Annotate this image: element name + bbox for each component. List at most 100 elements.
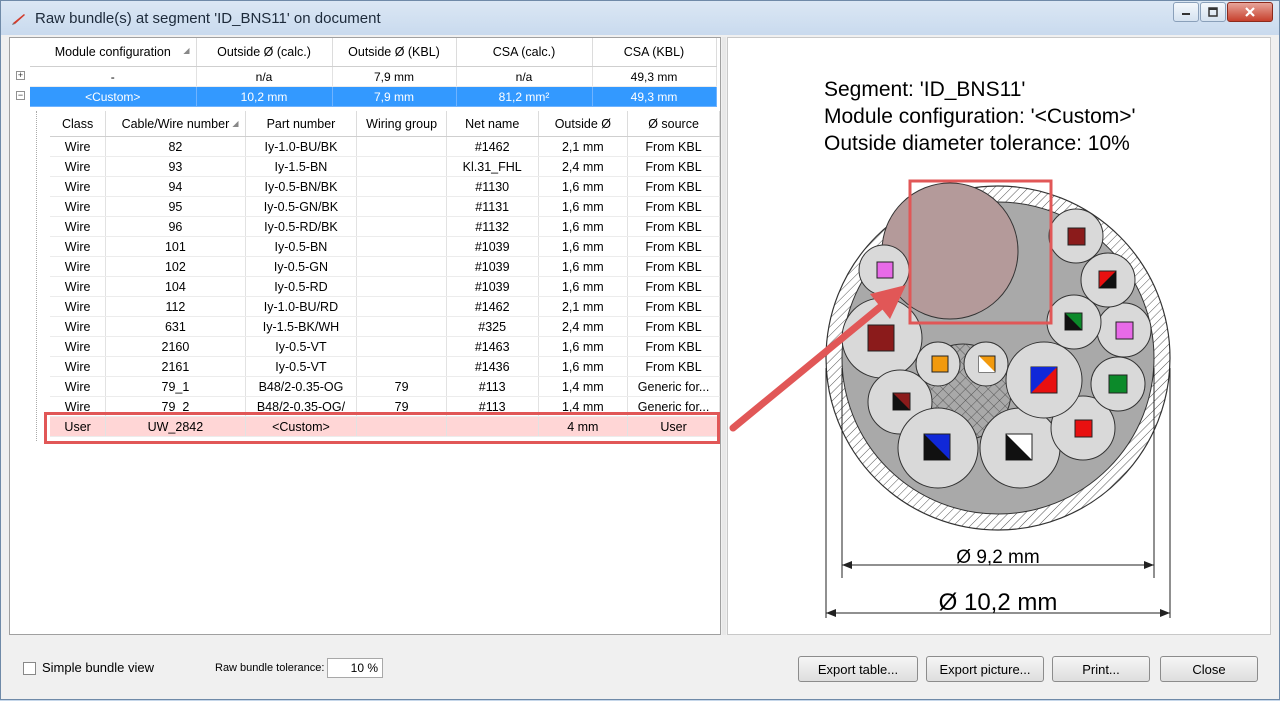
col-wiring-group[interactable]: Wiring group (356, 111, 447, 137)
net-name-cell: #1039 (446, 236, 539, 257)
wiring-group-cell (356, 336, 447, 357)
part-number-cell: Iy-0.5-RD (245, 276, 358, 297)
wiring-group-cell: 79 (356, 376, 447, 397)
net-name-cell: #113 (446, 376, 539, 397)
tolerance-input[interactable]: 10 % (327, 658, 383, 678)
wire-number-cell: 93 (105, 156, 246, 177)
sort-icon: ◢ (183, 46, 190, 55)
table-row[interactable]: Wire 631 Iy-1.5-BK/WH #325 2,4 mm From KBL (50, 316, 720, 337)
class-cell: Wire (50, 136, 107, 157)
col-csa-calc[interactable]: CSA (calc.) (456, 38, 593, 67)
part-number-cell: Iy-0.5-BN (245, 236, 358, 257)
table-row[interactable]: Wire 102 Iy-0.5-GN #1039 1,6 mm From KBL (50, 256, 720, 277)
tolerance-field-label: Raw bundle tolerance: (215, 662, 325, 674)
tolerance-label: Outside diameter tolerance: 10% (824, 132, 1130, 155)
net-name-cell: Kl.31_FHL (446, 156, 539, 177)
col-module-configuration[interactable]: Module configuration ◢ (30, 38, 197, 67)
table-row[interactable]: - n/a 7,9 mm n/a 49,3 mm (30, 66, 717, 87)
col-outside-diameter[interactable]: Outside Ø (538, 111, 629, 137)
diameter-source-cell: From KBL (627, 156, 720, 177)
wire-number-cell: 102 (105, 256, 246, 277)
table-row[interactable]: Wire 79_1 B48/2-0.35-OG 79 #113 1,4 mm Generic… (50, 376, 720, 397)
table-row[interactable]: Wire 94 Iy-0.5-BN/BK #1130 1,6 mm From KBL (50, 176, 720, 197)
print-button[interactable]: Print... (1052, 656, 1150, 682)
wiring-group-cell (356, 256, 447, 277)
part-number-cell: Iy-0.5-VT (245, 336, 358, 357)
col-part-number[interactable]: Part number (245, 111, 358, 137)
part-number-cell: Iy-0.5-GN (245, 256, 358, 277)
wire-number-cell: 82 (105, 136, 246, 157)
close-button[interactable]: Close (1160, 656, 1258, 682)
col-outside-calc[interactable]: Outside Ø (calc.) (196, 38, 333, 67)
bottom-bar: Simple bundle view Raw bundle tolerance:… (9, 641, 1271, 693)
outside-diameter-cell: 2,1 mm (538, 296, 629, 317)
export-picture-button[interactable]: Export picture... (926, 656, 1044, 682)
minimize-button[interactable] (1173, 2, 1199, 22)
diameter-source-cell: From KBL (627, 276, 720, 297)
diameter-source-cell: From KBL (627, 336, 720, 357)
table-row[interactable]: Wire 2161 Iy-0.5-VT #1436 1,6 mm From KBL (50, 356, 720, 377)
outside-diameter-cell: 1,6 mm (538, 236, 629, 257)
od-calc-cell: n/a (196, 66, 333, 87)
table-row[interactable]: Wire 112 Iy-1.0-BU/RD #1462 2,1 mm From KBL (50, 296, 720, 317)
close-window-button[interactable] (1227, 2, 1273, 22)
net-name-cell: #1463 (446, 336, 539, 357)
bundle-dialog: Raw bundle(s) at segment 'ID_BNS11' on d… (0, 0, 1280, 700)
outside-diameter-cell: 1,6 mm (538, 176, 629, 197)
diameter-source-cell: From KBL (627, 356, 720, 377)
col-diameter-source[interactable]: Ø source (627, 111, 720, 137)
net-name-cell: #1039 (446, 276, 539, 297)
diameter-source-cell: From KBL (627, 256, 720, 277)
col-class[interactable]: Class (50, 111, 107, 137)
table-row[interactable]: Wire 96 Iy-0.5-RD/BK #1132 1,6 mm From KBL (50, 216, 720, 237)
col-cable-wire-number[interactable]: Cable/Wire number ◢ (105, 111, 246, 137)
simple-bundle-view-checkbox[interactable] (23, 662, 36, 675)
table-row[interactable]: Wire 93 Iy-1.5-BN Kl.31_FHL 2,4 mm From KBL (50, 156, 720, 177)
wire-number-cell: 96 (105, 216, 246, 237)
wire-core (867, 324, 895, 352)
part-number-cell: Iy-1.5-BN (245, 156, 358, 177)
wire-number-cell: 94 (105, 176, 246, 197)
class-cell: Wire (50, 196, 107, 217)
wire-number-cell: 79_1 (105, 376, 246, 397)
class-cell: Wire (50, 356, 107, 377)
user-row-highlight (44, 412, 720, 444)
collapse-toggle[interactable]: − (16, 91, 25, 100)
diameter-source-cell: From KBL (627, 176, 720, 197)
table-row-selected[interactable]: <Custom> 10,2 mm 7,9 mm 81,2 mm² 49,3 mm (30, 86, 717, 107)
net-name-cell: #1462 (446, 296, 539, 317)
sort-icon: ◢ (232, 119, 239, 128)
inner-diameter-label: Ø 9,2 mm (956, 547, 1039, 568)
close-icon (1245, 7, 1255, 17)
col-outside-kbl[interactable]: Outside Ø (KBL) (332, 38, 457, 67)
col-csa-kbl[interactable]: CSA (KBL) (592, 38, 717, 67)
table-row[interactable]: Wire 95 Iy-0.5-GN/BK #1131 1,6 mm From KBL (50, 196, 720, 217)
diameter-source-cell: Generic for... (627, 376, 720, 397)
wire-number-cell: 112 (105, 296, 246, 317)
net-name-cell: #1132 (446, 216, 539, 237)
wiring-group-cell (356, 276, 447, 297)
wire-core (931, 355, 949, 373)
expand-toggle[interactable]: + (16, 71, 25, 80)
maximize-button[interactable] (1200, 2, 1226, 22)
outside-diameter-cell: 1,6 mm (538, 356, 629, 377)
table-row[interactable]: Wire 82 Iy-1.0-BU/BK #1462 2,1 mm From KBL (50, 136, 720, 157)
simple-bundle-view-label: Simple bundle view (42, 660, 155, 675)
title-bar[interactable]: Raw bundle(s) at segment 'ID_BNS11' on d… (1, 1, 1279, 35)
table-row[interactable]: Wire 104 Iy-0.5-RD #1039 1,6 mm From KBL (50, 276, 720, 297)
wiring-group-cell (356, 356, 447, 377)
export-table-button[interactable]: Export table... (798, 656, 918, 682)
outside-diameter-cell: 2,4 mm (538, 156, 629, 177)
col-net-name[interactable]: Net name (446, 111, 539, 137)
table-row[interactable]: Wire 2160 Iy-0.5-VT #1463 1,6 mm From KBL (50, 336, 720, 357)
wiring-group-cell (356, 216, 447, 237)
user-wire-circle[interactable] (881, 182, 1019, 320)
csa-calc-cell: 81,2 mm² (456, 86, 593, 107)
wiring-group-cell (356, 236, 447, 257)
csa-calc-cell: n/a (456, 66, 593, 87)
outside-diameter-cell: 1,6 mm (538, 336, 629, 357)
wire-number-cell: 2160 (105, 336, 246, 357)
pane-splitter[interactable] (722, 37, 726, 635)
table-row[interactable]: Wire 101 Iy-0.5-BN #1039 1,6 mm From KBL (50, 236, 720, 257)
net-name-cell: #1039 (446, 256, 539, 277)
